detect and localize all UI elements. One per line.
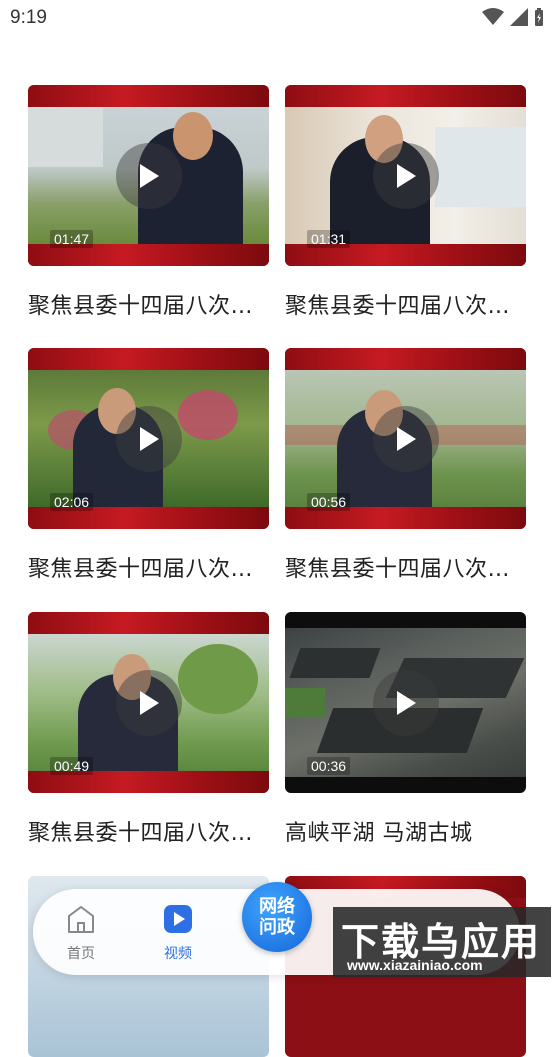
- video-card[interactable]: 00:36 高峡平湖 马湖古城: [285, 612, 526, 847]
- video-card[interactable]: 00:49 聚焦县委十四届八次全会: [28, 612, 269, 847]
- video-title[interactable]: 聚焦县委十四届八次全会: [28, 551, 269, 583]
- nav-home[interactable]: 首页: [51, 903, 111, 963]
- video-title[interactable]: 聚焦县委十四届八次全会: [285, 288, 526, 320]
- play-button[interactable]: [115, 405, 182, 472]
- video-card[interactable]: 02:06 聚焦县委十四届八次全会: [28, 348, 269, 583]
- video-thumbnail[interactable]: 02:06: [28, 348, 269, 529]
- play-icon: [396, 690, 416, 715]
- online-inquiry-button[interactable]: 网络 问政: [242, 882, 312, 952]
- play-icon: [139, 163, 159, 188]
- play-button[interactable]: [372, 669, 439, 736]
- play-icon: [396, 426, 416, 451]
- video-thumbnail[interactable]: 00:56: [285, 348, 526, 529]
- video-card[interactable]: 01:47 聚焦县委十四届八次全会: [28, 85, 269, 320]
- video-duration: 01:31: [307, 230, 351, 248]
- home-icon: [68, 906, 94, 933]
- play-icon: [139, 690, 159, 715]
- video-duration: 00:36: [307, 757, 351, 775]
- video-thumbnail[interactable]: 01:31: [285, 85, 526, 266]
- video-title[interactable]: 聚焦县委十四届八次全会: [28, 288, 269, 320]
- video-duration: 00:56: [307, 493, 351, 511]
- thumbnail-top-band: [28, 348, 269, 370]
- play-button[interactable]: [372, 142, 439, 209]
- online-inquiry-line1: 网络: [259, 896, 295, 917]
- play-button[interactable]: [115, 669, 182, 736]
- thumbnail-top-band: [285, 85, 526, 107]
- video-duration: 02:06: [50, 493, 94, 511]
- online-inquiry-line2: 问政: [259, 917, 295, 938]
- video-title[interactable]: 聚焦县委十四届八次全会: [28, 815, 269, 847]
- play-button[interactable]: [372, 405, 439, 472]
- video-card[interactable]: 01:31 聚焦县委十四届八次全会: [285, 85, 526, 320]
- video-thumbnail[interactable]: 00:36: [285, 612, 526, 793]
- video-card[interactable]: 00:56 聚焦县委十四届八次全会: [285, 348, 526, 583]
- video-play-icon: [164, 905, 192, 933]
- video-title[interactable]: 聚焦县委十四届八次全会: [285, 551, 526, 583]
- watermark-url: www.xiazainiao.com: [347, 957, 483, 973]
- video-duration: 00:49: [50, 757, 94, 775]
- thumbnail-top-band: [28, 612, 269, 634]
- video-grid: 01:47 聚焦县委十四届八次全会 01:31 聚焦县委十四届八次全会 02:0…: [0, 0, 554, 1057]
- nav-video[interactable]: 视频: [148, 903, 208, 963]
- play-icon: [396, 163, 416, 188]
- watermark: 下载乌应用 www.xiazainiao.com: [333, 907, 551, 977]
- thumbnail-top-band: [285, 348, 526, 370]
- video-duration: 01:47: [50, 230, 94, 248]
- play-icon: [139, 426, 159, 451]
- video-thumbnail[interactable]: 00:49: [28, 612, 269, 793]
- video-thumbnail[interactable]: 01:47: [28, 85, 269, 266]
- thumbnail-top-band: [28, 85, 269, 107]
- nav-home-label: 首页: [67, 946, 95, 962]
- play-button[interactable]: [115, 142, 182, 209]
- video-title[interactable]: 高峡平湖 马湖古城: [285, 815, 526, 847]
- nav-video-label: 视频: [164, 946, 192, 962]
